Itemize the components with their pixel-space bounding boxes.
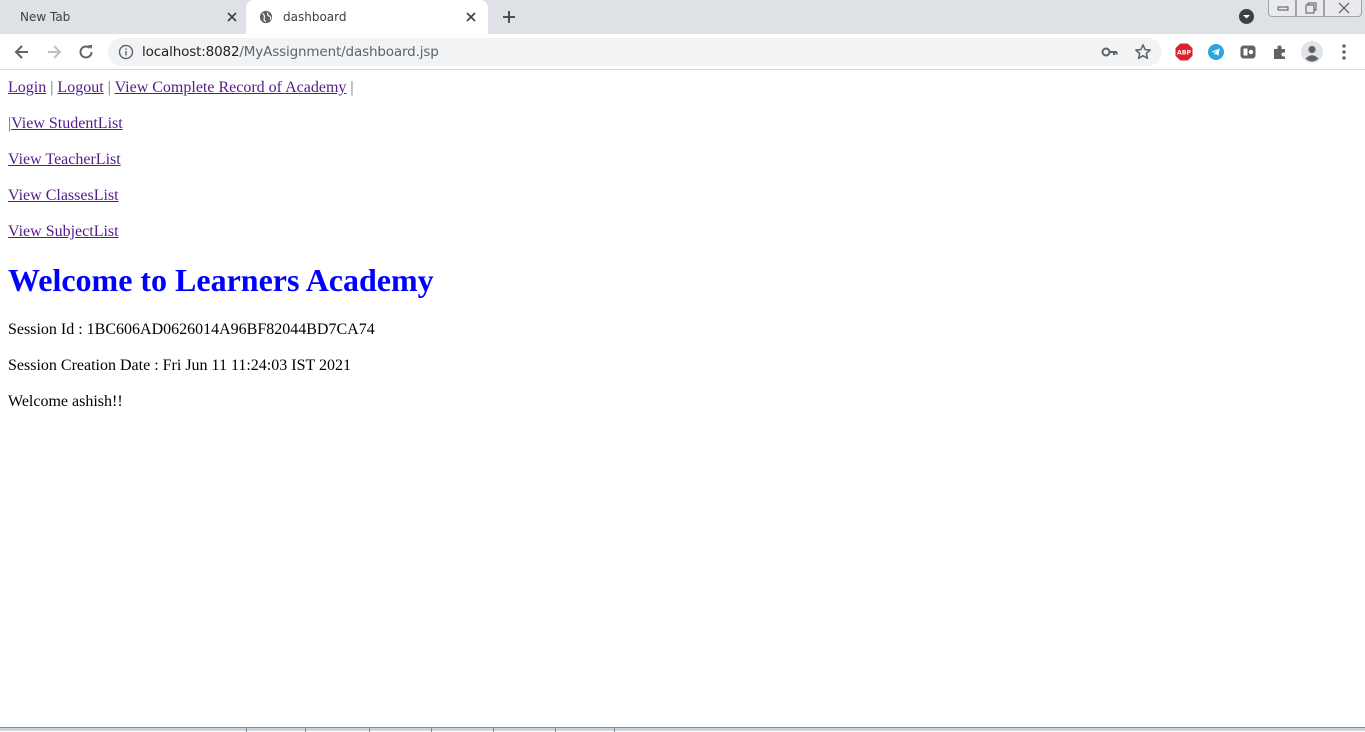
window-minimize-button[interactable] [1268, 0, 1296, 17]
nav-separator: | [350, 79, 354, 96]
taskbar-edge [0, 727, 1365, 732]
reload-icon[interactable] [76, 42, 96, 62]
taskbar-divider [493, 728, 494, 732]
view-studentlist-link[interactable]: View StudentList [11, 115, 122, 132]
taskbar-divider [614, 728, 615, 732]
subject-nav: View SubjectList [8, 223, 119, 241]
restore-icon [1305, 2, 1317, 14]
browser-tabstrip: New Tab dashboard [0, 0, 1365, 34]
view-classeslist-link[interactable]: View ClassesList [8, 187, 119, 204]
taskbar-divider [431, 728, 432, 732]
nav-separator: | [107, 79, 111, 96]
url-path: /MyAssignment/dashboard.jsp [239, 44, 439, 60]
arrow-left-icon[interactable] [12, 42, 32, 62]
close-icon [1338, 2, 1350, 14]
address-bar[interactable]: localhost:8082/MyAssignment/dashboard.js… [108, 38, 1162, 66]
close-icon[interactable] [463, 9, 479, 25]
extension-icon[interactable] [1239, 43, 1257, 61]
tab-title: dashboard [283, 10, 347, 24]
view-record-link[interactable]: View Complete Record of Academy [115, 79, 347, 96]
tab-search-icon[interactable] [1238, 8, 1255, 25]
close-icon[interactable] [224, 9, 240, 25]
puzzle-icon[interactable] [1271, 43, 1289, 61]
tab-dashboard[interactable]: dashboard [246, 0, 488, 34]
page-title: Welcome to Learners Academy [8, 262, 434, 298]
star-icon[interactable] [1134, 43, 1152, 61]
page-content: Login | Logout | View Complete Record of… [0, 71, 1365, 727]
url-text[interactable]: localhost:8082/MyAssignment/dashboard.js… [142, 44, 439, 60]
window-close-button[interactable] [1324, 0, 1362, 17]
tab-new-tab[interactable]: New Tab [0, 0, 246, 34]
taskbar-divider [555, 728, 556, 732]
abp-label: ABP [1177, 49, 1192, 56]
telegram-icon[interactable] [1207, 43, 1225, 61]
tab-title: New Tab [20, 10, 71, 24]
student-nav: |View StudentList [8, 115, 123, 133]
arrow-right-icon[interactable] [44, 42, 64, 62]
plus-icon[interactable] [500, 8, 518, 26]
login-link[interactable]: Login [8, 79, 46, 96]
minimize-icon [1277, 6, 1289, 11]
welcome-message: Welcome ashish!! [8, 393, 123, 410]
nav-separator: | [50, 79, 54, 96]
teacher-nav: View TeacherList [8, 151, 121, 169]
taskbar-divider [305, 728, 306, 732]
info-icon[interactable] [118, 44, 134, 60]
browser-toolbar: localhost:8082/MyAssignment/dashboard.js… [0, 34, 1365, 70]
avatar-icon[interactable] [1301, 41, 1323, 63]
logout-link[interactable]: Logout [57, 79, 103, 96]
top-nav: Login | Logout | View Complete Record of… [8, 79, 354, 97]
window-restore-button[interactable] [1296, 0, 1324, 17]
classes-nav: View ClassesList [8, 187, 119, 205]
session-id: Session Id : 1BC606AD0626014A96BF82044BD… [8, 321, 375, 338]
view-teacherlist-link[interactable]: View TeacherList [8, 151, 121, 168]
view-subjectlist-link[interactable]: View SubjectList [8, 223, 119, 240]
taskbar-divider [369, 728, 370, 732]
url-host: localhost:8082 [142, 44, 240, 60]
taskbar-divider [246, 728, 247, 732]
key-icon[interactable] [1101, 44, 1119, 60]
adblock-plus-icon[interactable]: ABP [1175, 43, 1193, 61]
globe-icon [259, 10, 273, 24]
kebab-menu-icon[interactable] [1336, 43, 1352, 61]
session-creation-date: Session Creation Date : Fri Jun 11 11:24… [8, 357, 351, 374]
